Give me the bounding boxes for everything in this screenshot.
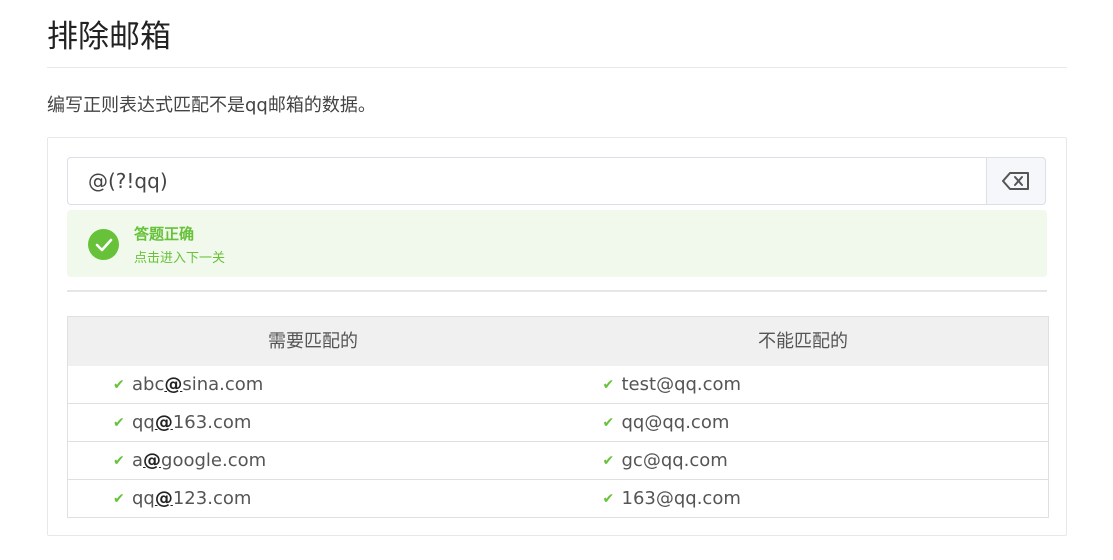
table-header: 需要匹配的 不能匹配的 <box>68 317 1048 366</box>
check-icon: ✔ <box>602 490 615 507</box>
divider <box>67 290 1047 292</box>
case-suffix: sina.com <box>182 374 264 395</box>
page-description: 编写正则表达式匹配不是qq邮箱的数据。 <box>47 95 376 116</box>
match-case: ✔ qq @163.com <box>68 404 559 441</box>
match-case: ✔ a @ google.com <box>68 442 559 479</box>
page: 排除邮箱 编写正则表达式匹配不是qq邮箱的数据。 答题正确 点击进入下一关 <box>47 0 1067 536</box>
no-match-case: ✔ gc@qq.com <box>559 442 1049 479</box>
regex-input[interactable] <box>67 157 987 205</box>
no-match-case: ✔ qq@qq.com <box>559 404 1049 441</box>
case-prefix: abc <box>132 374 165 395</box>
page-title: 排除邮箱 <box>47 19 171 55</box>
check-icon: ✔ <box>113 376 125 393</box>
case-text: 163@qq.com <box>621 488 741 509</box>
case-highlight: @ <box>154 488 173 509</box>
check-icon: ✔ <box>113 414 125 431</box>
check-icon: ✔ <box>113 490 125 507</box>
regex-input-group <box>67 157 1047 207</box>
case-highlight: @ <box>143 450 162 471</box>
table-row: ✔ qq @163.com ✔ qq@qq.com <box>68 403 1048 441</box>
case-text: qq@qq.com <box>621 412 730 433</box>
case-highlight: @ <box>164 374 183 395</box>
test-cases-table: 需要匹配的 不能匹配的 ✔ abc @ sina.com ✔ test@qq.com ✔ qq… <box>67 316 1049 518</box>
backspace-icon <box>1002 172 1029 190</box>
success-alert: 答题正确 点击进入下一关 <box>67 210 1047 277</box>
match-case: ✔ qq @123.com <box>68 480 559 517</box>
header-should-match: 需要匹配的 <box>268 331 358 352</box>
check-icon: ✔ <box>113 452 125 469</box>
check-icon: ✔ <box>602 452 615 469</box>
exercise-card: 答题正确 点击进入下一关 需要匹配的 不能匹配的 ✔abc@sina.com✔t… <box>47 137 1067 536</box>
header-should-not-match: 不能匹配的 <box>758 331 848 352</box>
case-prefix: a <box>132 450 144 471</box>
no-match-case: ✔ test@qq.com <box>559 366 1049 403</box>
case-prefix: qq <box>132 412 155 433</box>
case-suffix: google.com <box>161 450 267 471</box>
alert-title: 答题正确 <box>134 225 195 243</box>
case-suffix: 123.com <box>172 488 252 509</box>
clear-button[interactable] <box>986 157 1046 205</box>
case-text: gc@qq.com <box>621 450 728 471</box>
case-prefix: qq <box>132 488 155 509</box>
case-highlight: @ <box>154 412 173 433</box>
check-circle-icon <box>88 229 119 260</box>
table-row: ✔ abc @ sina.com ✔ test@qq.com <box>68 366 1048 403</box>
match-case: ✔ abc @ sina.com <box>68 366 559 403</box>
table-row: ✔ qq @123.com ✔ 163@qq.com <box>68 479 1048 517</box>
case-text: test@qq.com <box>621 374 742 395</box>
case-suffix: 163.com <box>172 412 252 433</box>
check-icon: ✔ <box>602 376 615 393</box>
table-row: ✔ a @ google.com ✔ gc@qq.com <box>68 441 1048 479</box>
title-block: 排除邮箱 <box>47 22 1067 68</box>
no-match-case: ✔ 163@qq.com <box>559 480 1049 517</box>
check-icon: ✔ <box>602 414 615 431</box>
next-level-link[interactable]: 点击进入下一关 <box>134 247 225 266</box>
